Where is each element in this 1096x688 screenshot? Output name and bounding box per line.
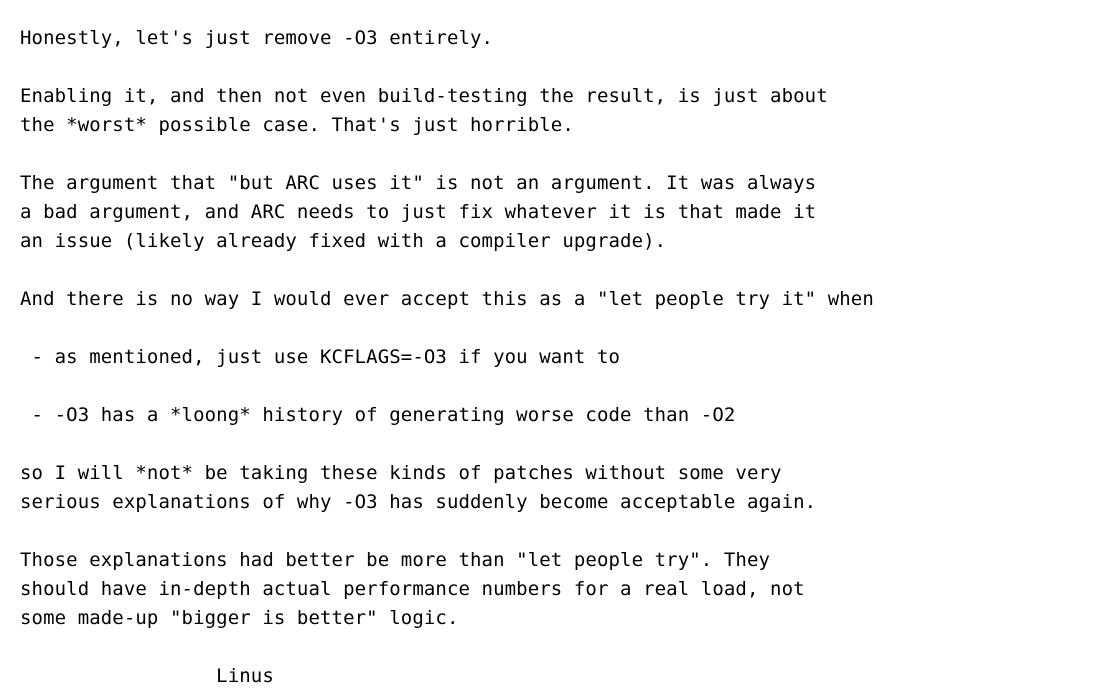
email-body: Honestly, let's just remove -O3 entirely… xyxy=(0,0,1096,688)
